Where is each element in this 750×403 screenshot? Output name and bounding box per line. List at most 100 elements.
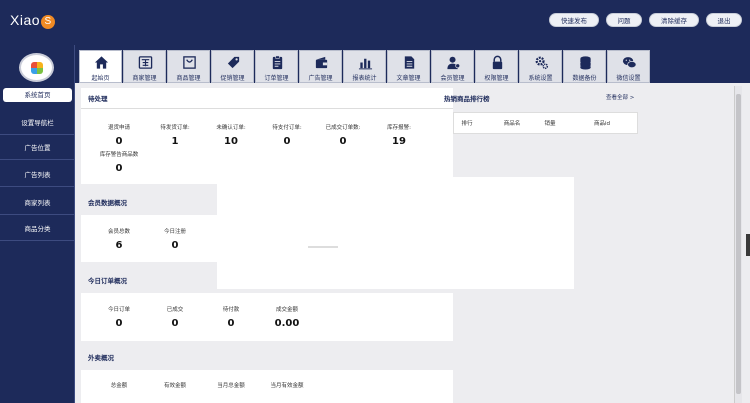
loading-indicator: [308, 246, 338, 248]
tab-label: 系统设置: [528, 75, 553, 82]
wallet-icon: [315, 56, 328, 69]
tab-label: 广告管理: [308, 75, 333, 82]
sidebar-item-merchant-list[interactable]: 商家列表: [0, 191, 75, 215]
unpaid-orders-label: 待支付订单:: [272, 125, 302, 131]
tab-ads[interactable]: 广告管理: [299, 50, 342, 83]
tab-label: 商品管理: [176, 75, 201, 82]
tab-data-backup[interactable]: 数据备份: [563, 50, 606, 83]
sidebar-item-nav-settings[interactable]: 设置导航栏: [0, 111, 75, 135]
tab-home[interactable]: 起始页: [79, 50, 122, 83]
unconfirmed-orders-value: 10: [224, 136, 238, 147]
today-unpaid-label: 待付款: [222, 307, 240, 313]
avatar[interactable]: [19, 53, 54, 82]
tab-label: 促销管理: [220, 75, 245, 82]
scroll-thumb[interactable]: [736, 94, 741, 394]
sidebar-item-product-category[interactable]: 商品分类: [0, 217, 75, 241]
valid-amount-label: 有效金额: [163, 383, 186, 389]
sales-column-header: 销量: [544, 121, 556, 127]
clipboard-icon: [272, 55, 283, 70]
month-valid-label: 当月有效金额: [270, 383, 304, 389]
today-registered-value: 0: [171, 240, 179, 251]
logo-text: Xiao: [10, 12, 41, 28]
unpaid-orders-value: 0: [283, 136, 291, 147]
main-scrollbar[interactable]: [734, 86, 742, 403]
app-logo[interactable]: Xiao S: [10, 12, 56, 29]
module-tabs: 起始页 商家管理 商品管理 促销管理 订单管理 广告管理 报表统计 文章管理 会…: [75, 45, 750, 83]
pending-shipment-value: 1: [171, 136, 179, 147]
completed-orders-label: 已成交订单数:: [325, 125, 361, 131]
divider: [81, 108, 453, 109]
tab-label: 数据备份: [572, 75, 597, 82]
view-all-link[interactable]: 查看全部 >: [606, 93, 634, 101]
help-button[interactable]: 问题: [606, 13, 642, 27]
tab-products[interactable]: 商品管理: [167, 50, 210, 83]
today-unpaid-value: 0: [227, 318, 235, 329]
tab-system-settings[interactable]: 系统设置: [519, 50, 562, 83]
sidebar-item-ad-positions[interactable]: 广告位置: [0, 136, 75, 160]
tab-label: 报表统计: [352, 75, 377, 82]
logo-badge: S: [41, 15, 56, 29]
tab-articles[interactable]: 文章管理: [387, 50, 430, 83]
stock-alert-label: 库存报警:: [387, 125, 411, 131]
pending-shipment-label: 待发货订单:: [160, 125, 190, 131]
today-completed-label: 已成交: [166, 307, 184, 313]
home-icon: [94, 56, 109, 69]
tab-reports[interactable]: 报表统计: [343, 50, 386, 83]
sidebar-item-ad-list[interactable]: 广告列表: [0, 163, 75, 187]
tab-orders[interactable]: 订单管理: [255, 50, 298, 83]
pending-title: 待处理: [88, 95, 108, 103]
tab-label: 文章管理: [396, 75, 421, 82]
today-orders-value: 0: [115, 318, 123, 329]
today-orders-panel: [81, 293, 453, 341]
tab-label: 微信设置: [616, 75, 641, 82]
database-icon: [580, 56, 591, 70]
gear-icon: [535, 56, 549, 70]
completed-orders-value: 0: [339, 136, 347, 147]
unconfirmed-orders-label: 未确认订单:: [216, 125, 246, 131]
today-amount-value: 0.00: [274, 318, 300, 329]
today-orders-title: 今日订单概况: [88, 277, 127, 285]
avatar-icon: [31, 62, 43, 74]
rank-column-header: 排行: [461, 121, 473, 127]
stock-alert-value: 19: [392, 136, 406, 147]
month-total-label: 当月总金额: [217, 383, 245, 389]
clear-cache-button[interactable]: 清除缓存: [649, 13, 699, 27]
total-amount-label: 总金额: [110, 383, 128, 389]
tab-wechat-settings[interactable]: 微信设置: [607, 50, 650, 83]
user-icon: [447, 56, 461, 70]
sidebar: 系统首页 设置导航栏 广告位置 广告列表 商家列表 商品分类: [0, 45, 75, 403]
total-members-value: 6: [115, 240, 123, 251]
ranking-title: 热销商品排行榜: [444, 95, 490, 103]
tab-permissions[interactable]: 权限管理: [475, 50, 518, 83]
product-name-column-header: 商品名: [503, 121, 521, 127]
today-orders-label: 今日订单: [107, 307, 130, 313]
loading-overlay: [217, 177, 574, 289]
tab-label: 商家管理: [132, 75, 157, 82]
low-stock-products-label: 库存警告商品数: [99, 152, 139, 158]
wechat-icon: [622, 57, 637, 69]
document-icon: [404, 56, 415, 69]
tab-label: 订单管理: [264, 75, 289, 82]
logout-button[interactable]: 退出: [706, 13, 742, 27]
bag-icon: [183, 56, 196, 69]
product-id-column-header: 商品id: [593, 121, 611, 127]
sidebar-item-home[interactable]: 系统首页: [3, 88, 72, 102]
today-completed-value: 0: [171, 318, 179, 329]
quick-publish-button[interactable]: 快速发布: [549, 13, 599, 27]
sales-title: 外卖概况: [88, 354, 114, 362]
top-bar: Xiao S 快速发布 问题 清除缓存 退出: [0, 0, 750, 45]
bar-chart-icon: [358, 58, 373, 70]
tab-merchants[interactable]: 商家管理: [123, 50, 166, 83]
tab-label: 权限管理: [484, 75, 509, 82]
low-stock-products-value: 0: [115, 163, 123, 174]
tab-label: 会员管理: [440, 75, 465, 82]
tab-members[interactable]: 会员管理: [431, 50, 474, 83]
side-handle[interactable]: [746, 234, 750, 256]
tab-label: 起始页: [91, 75, 110, 82]
store-icon: [138, 56, 153, 69]
lock-icon: [492, 55, 503, 70]
members-title: 会员数据概况: [88, 199, 127, 207]
members-panel: [81, 215, 217, 262]
tab-promotions[interactable]: 促销管理: [211, 50, 254, 83]
return-requests-value: 0: [115, 136, 123, 147]
